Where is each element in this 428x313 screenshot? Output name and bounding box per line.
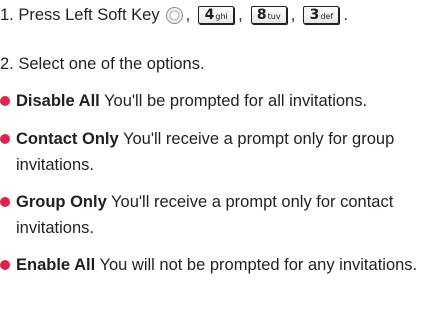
option-description: You'll be prompted for all invitations.	[104, 92, 368, 110]
key-3-icon: 3 def	[303, 6, 340, 24]
step-1-end: .	[343, 6, 348, 24]
separator: ,	[238, 6, 243, 24]
separator: ,	[185, 6, 191, 24]
option-term: Disable All	[16, 92, 100, 110]
key-4-icon: 4 ghi	[198, 6, 235, 24]
option-text: Enable All You will not be prompted for …	[16, 252, 421, 278]
option-term: Group Only	[16, 193, 107, 211]
step-1-text: 1. Press Left Soft Key	[0, 6, 160, 24]
option-text: Group Only You'll receive a prompt only …	[16, 189, 421, 241]
bullet-icon	[0, 197, 10, 207]
option-term: Contact Only	[16, 130, 119, 148]
separator: ,	[290, 6, 296, 24]
bullet-icon	[0, 134, 10, 144]
option-term: Enable All	[16, 256, 96, 274]
step-2-line: 2. Select one of the options.	[0, 55, 205, 73]
bullet-icon	[0, 260, 10, 270]
key-8-icon: 8 tuv	[250, 6, 287, 24]
option-text: Disable All You'll be prompted for all i…	[16, 88, 421, 114]
option-description: You will not be prompted for any invitat…	[99, 256, 418, 274]
left-soft-key-icon	[165, 6, 183, 24]
bullet-icon	[0, 96, 10, 106]
option-text: Contact Only You'll receive a prompt onl…	[16, 126, 421, 178]
step-1-line: 1. Press Left Soft Key , 4 ghi , 8 tuv ,…	[0, 4, 348, 26]
instruction-document: 1. Press Left Soft Key , 4 ghi , 8 tuv ,…	[0, 0, 428, 313]
